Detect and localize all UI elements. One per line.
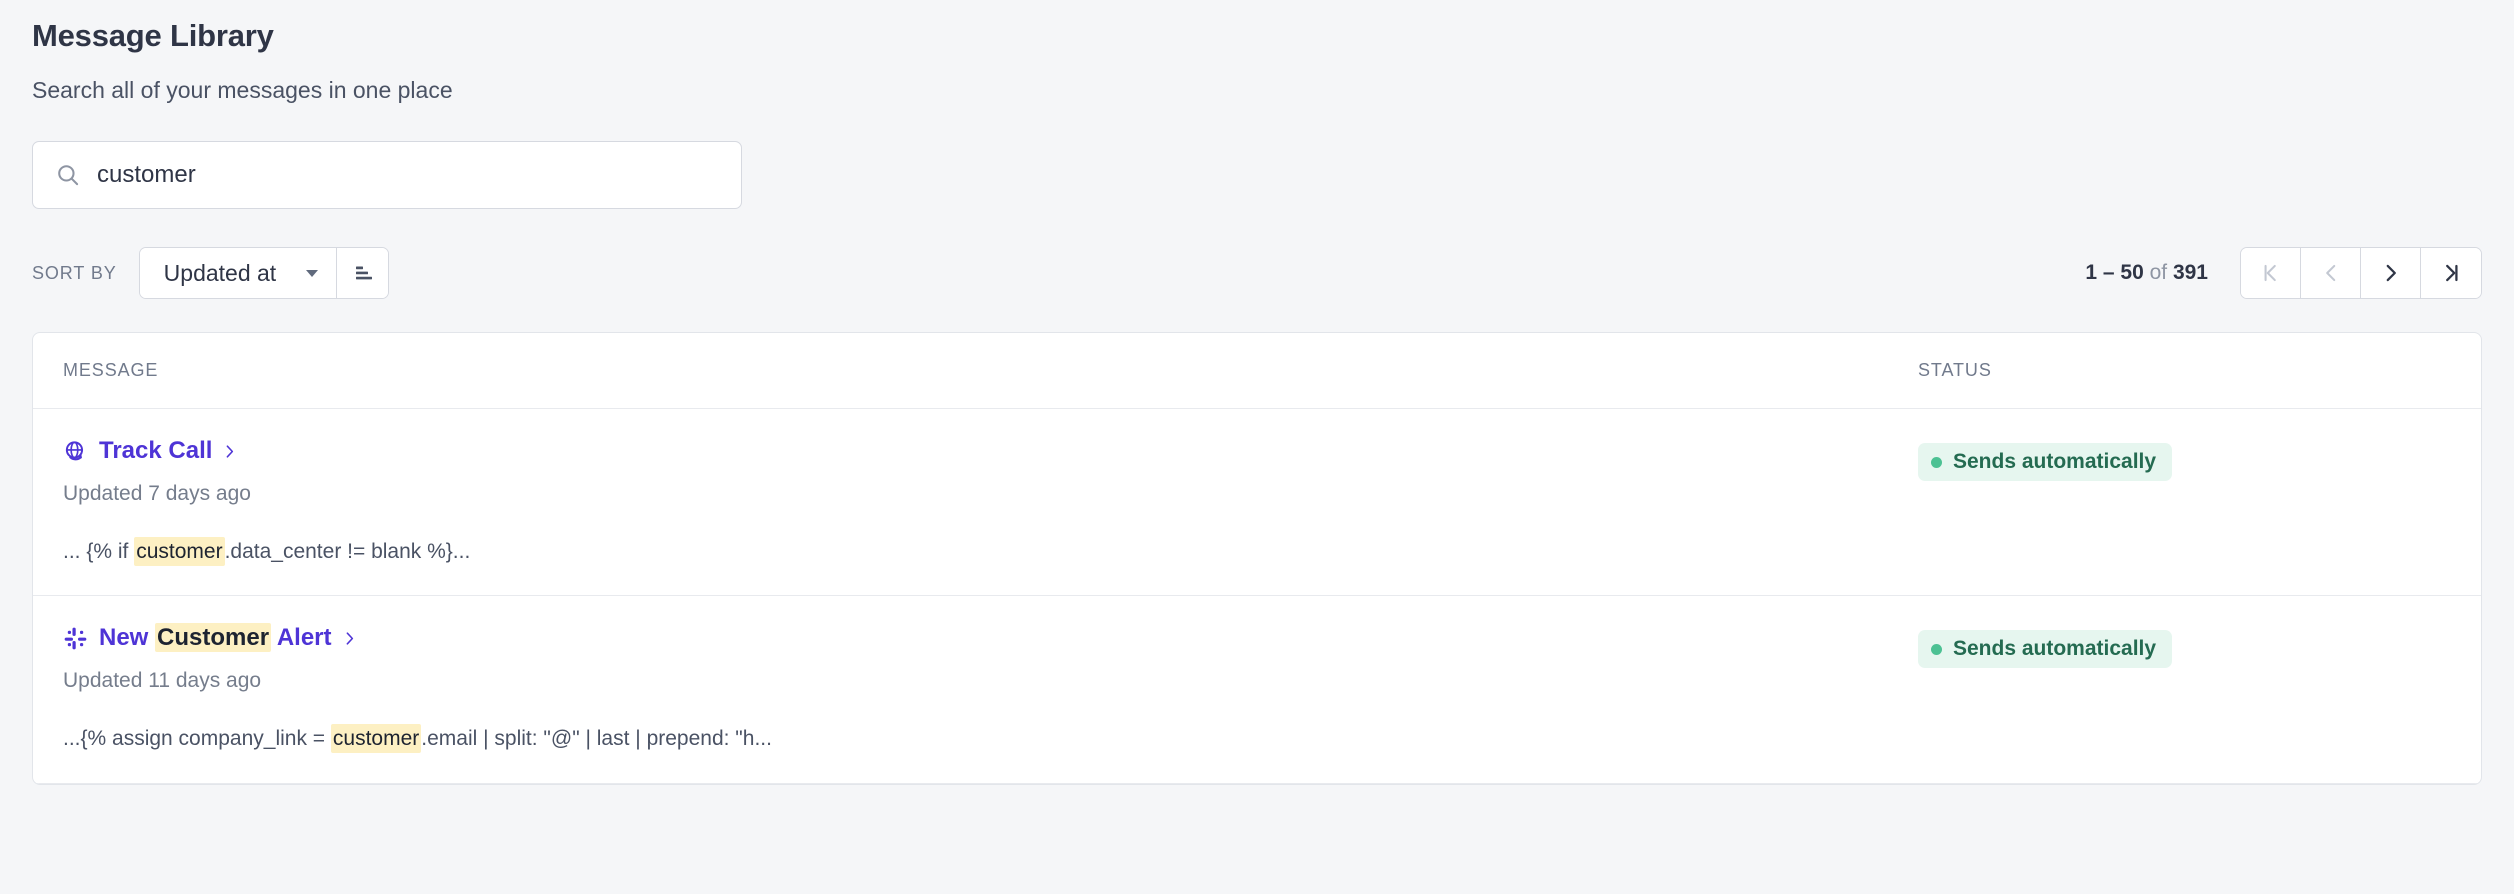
chevron-down-icon (306, 269, 319, 277)
search-icon (55, 162, 81, 188)
table-row[interactable]: New Customer Alert Updated 11 days ago .… (33, 596, 2481, 784)
message-title: Track Call (99, 437, 213, 465)
sort-by-label: SORT BY (32, 262, 117, 283)
pagination-total: 391 (2172, 261, 2208, 285)
status-badge: Sends automatically (1918, 630, 2173, 669)
status-cell: Sends automatically (1918, 437, 2451, 482)
controls-row: SORT BY Updated at 1 – 50 of 391 (32, 247, 2482, 300)
search-box[interactable] (32, 141, 742, 210)
chevron-right-icon (221, 443, 238, 460)
message-snippet: ...{% assign company_link = customer.ema… (63, 724, 1918, 754)
table-header-row: MESSAGE STATUS (33, 333, 2481, 410)
table-row[interactable]: Track Call Updated 7 days ago ... {% if … (33, 409, 2481, 597)
next-page-button[interactable] (2361, 248, 2421, 299)
status-badge: Sends automatically (1918, 443, 2173, 482)
sort-direction-button[interactable] (336, 248, 389, 299)
status-dot-icon (1931, 456, 1942, 468)
sort-controls: SORT BY Updated at (32, 247, 390, 300)
last-page-button[interactable] (2421, 248, 2481, 299)
message-updated: Updated 11 days ago (63, 669, 262, 693)
sort-field-dropdown[interactable]: Updated at (139, 248, 337, 299)
message-updated: Updated 7 days ago (63, 481, 251, 505)
chevron-right-icon (341, 630, 358, 647)
message-library-page: Message Library Search all of your messa… (0, 0, 2514, 894)
sort-segmented-control: Updated at (138, 247, 390, 300)
sort-field-value: Updated at (163, 259, 277, 286)
sort-ascending-icon (355, 266, 372, 280)
chevron-right-icon (2386, 265, 2396, 282)
first-page-button[interactable] (2241, 248, 2301, 299)
last-page-icon (2446, 265, 2458, 282)
globe-webhook-icon (63, 439, 88, 464)
pagination-range-text: 1 – 50 (2085, 261, 2144, 285)
first-page-icon (2264, 265, 2276, 282)
messages-table: MESSAGE STATUS Track Call Updated 7 days… (32, 332, 2482, 785)
status-label: Sends automatically (1953, 637, 2157, 661)
message-title-line[interactable]: New Customer Alert (63, 623, 1918, 653)
status-cell: Sends automatically (1918, 624, 2451, 669)
pagination-range: 1 – 50 of 391 (2085, 261, 2208, 285)
pagination: 1 – 50 of 391 (2085, 247, 2482, 300)
message-snippet: ... {% if customer.data_center != blank … (63, 537, 1918, 567)
message-cell: Track Call Updated 7 days ago ... {% if … (63, 437, 1918, 567)
pagination-of-label: of (2149, 261, 2173, 285)
previous-page-button[interactable] (2301, 248, 2361, 299)
status-dot-icon (1931, 643, 1942, 655)
search-input[interactable] (97, 142, 719, 209)
chevron-left-icon (2325, 265, 2335, 282)
message-title-line[interactable]: Track Call (63, 437, 1918, 466)
status-label: Sends automatically (1953, 450, 2157, 474)
column-header-message: MESSAGE (63, 360, 159, 381)
page-subtitle: Search all of your messages in one place (32, 77, 453, 104)
pagination-buttons (2240, 247, 2482, 300)
page-title: Message Library (32, 18, 274, 53)
message-title: New Customer Alert (99, 623, 332, 653)
message-cell: New Customer Alert Updated 11 days ago .… (63, 623, 1918, 754)
slack-icon (63, 626, 88, 651)
column-header-status: STATUS (1918, 360, 1992, 381)
